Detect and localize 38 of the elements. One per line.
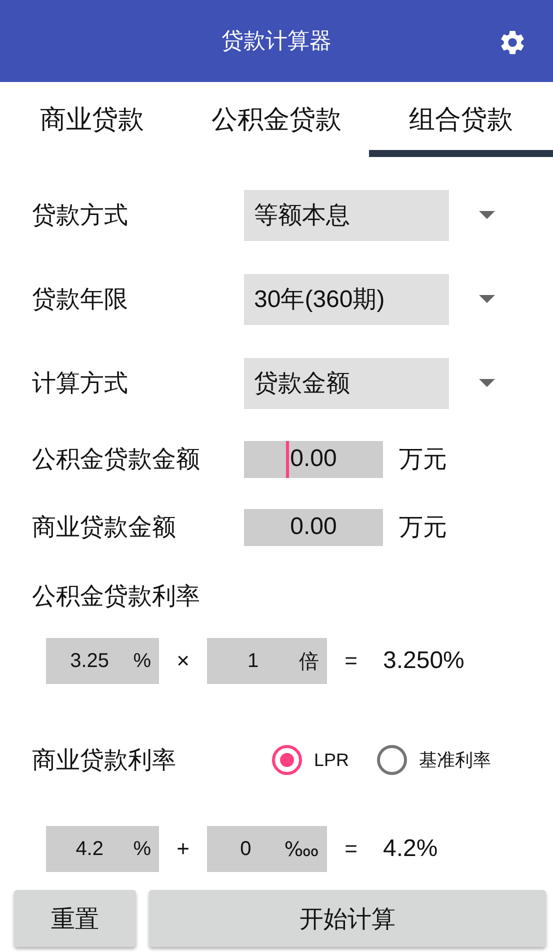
caret-icon — [479, 379, 495, 387]
caret-icon — [479, 295, 495, 303]
equals-sign: = — [344, 836, 358, 862]
reset-button[interactable]: 重置 — [14, 890, 136, 947]
unit-label: 万元 — [399, 513, 447, 543]
unit-label: 万元 — [399, 445, 447, 475]
caret-icon — [479, 211, 495, 219]
input-field[interactable]: 3.25 % — [46, 638, 159, 684]
equals-sign: = — [344, 648, 358, 674]
tab[interactable]: 公积金贷款 — [184, 82, 369, 157]
field-label: 商业贷款金额 — [31, 513, 177, 543]
input-field[interactable]: 0 ‱ — [207, 826, 327, 872]
radio-label[interactable]: LPR — [314, 750, 350, 770]
operator-sign: × — [176, 648, 190, 674]
dropdown[interactable]: 30年(360期) — [244, 274, 449, 324]
radio-button[interactable] — [377, 745, 408, 775]
section-label: 公积金贷款利率 — [31, 582, 201, 612]
input-field[interactable]: 4.2 % — [46, 826, 159, 872]
dropdown[interactable]: 等额本息 — [244, 190, 449, 240]
field-label: 贷款年限 — [31, 285, 129, 315]
radio-label[interactable]: 基准利率 — [419, 748, 492, 772]
text-cursor — [286, 440, 289, 478]
tab[interactable]: 商业贷款 — [0, 82, 184, 157]
calculate-button[interactable]: 开始计算 — [149, 890, 546, 947]
app-title: 贷款计算器 — [222, 27, 332, 55]
section-label: 商业贷款利率 — [31, 746, 177, 776]
input-field[interactable]: 0.00 — [244, 508, 383, 546]
operator-sign: + — [176, 836, 190, 862]
field-label: 计算方式 — [31, 369, 129, 399]
field-label: 贷款方式 — [31, 201, 129, 231]
tab[interactable]: 组合贷款 — [368, 82, 553, 157]
field-label: 公积金贷款金额 — [31, 445, 201, 475]
dropdown[interactable]: 贷款金额 — [244, 358, 449, 408]
input-field[interactable]: 0.00 — [244, 440, 383, 478]
input-field[interactable]: 1 倍 — [207, 638, 327, 684]
radio-button[interactable] — [272, 745, 302, 775]
rate-result: 4.2% — [383, 835, 438, 863]
rate-result: 3.250% — [383, 647, 464, 675]
